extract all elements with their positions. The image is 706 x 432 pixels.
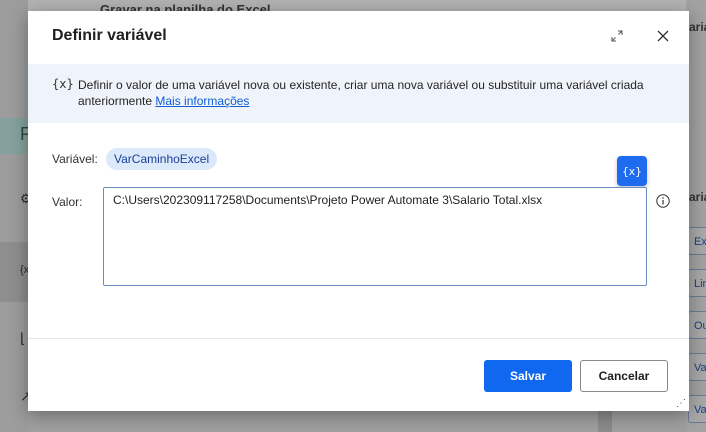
- cancel-button[interactable]: Cancelar: [580, 360, 668, 392]
- variable-picker-button[interactable]: {x}: [617, 156, 647, 186]
- app-left-chart-icon: ⌊: [20, 330, 26, 346]
- info-description: Definir o valor de uma variável nova ou …: [78, 77, 668, 109]
- app-right-item: Ex: [688, 227, 706, 255]
- expand-icon: [611, 30, 623, 42]
- value-label: Valor:: [52, 195, 83, 209]
- more-info-link[interactable]: Mais informações: [155, 94, 249, 108]
- dialog-title: Definir variável: [52, 27, 167, 44]
- define-variable-dialog: Definir variável {x} Definir o valor de …: [28, 11, 689, 411]
- app-right-item: Va: [688, 353, 706, 381]
- close-icon: [657, 30, 669, 42]
- resize-grip-icon[interactable]: ⋰: [676, 398, 686, 409]
- app-right-heading-2: aria: [689, 190, 706, 204]
- app-right-item: Va: [688, 395, 706, 423]
- value-input[interactable]: C:\Users\202309117258\Documents\Projeto …: [103, 187, 647, 286]
- variable-name-chip[interactable]: VarCaminhoExcel: [106, 148, 218, 170]
- expand-button[interactable]: [606, 25, 628, 47]
- app-left-panel: [0, 0, 28, 432]
- close-button[interactable]: [652, 25, 674, 47]
- footer-divider: [28, 338, 689, 339]
- app-bottom-strip: [28, 410, 686, 432]
- value-help-button[interactable]: [656, 194, 670, 208]
- app-scrollbar: [598, 410, 612, 432]
- variable-icon: {x}: [52, 77, 74, 91]
- variable-picker-icon: {x}: [622, 164, 642, 178]
- info-circle-icon: [656, 194, 670, 208]
- variable-label: Variável:: [52, 152, 98, 166]
- app-right-item: Lin: [688, 269, 706, 297]
- save-button[interactable]: Salvar: [484, 360, 572, 392]
- app-right-heading: aria: [689, 20, 706, 34]
- app-right-item: Ou: [688, 311, 706, 339]
